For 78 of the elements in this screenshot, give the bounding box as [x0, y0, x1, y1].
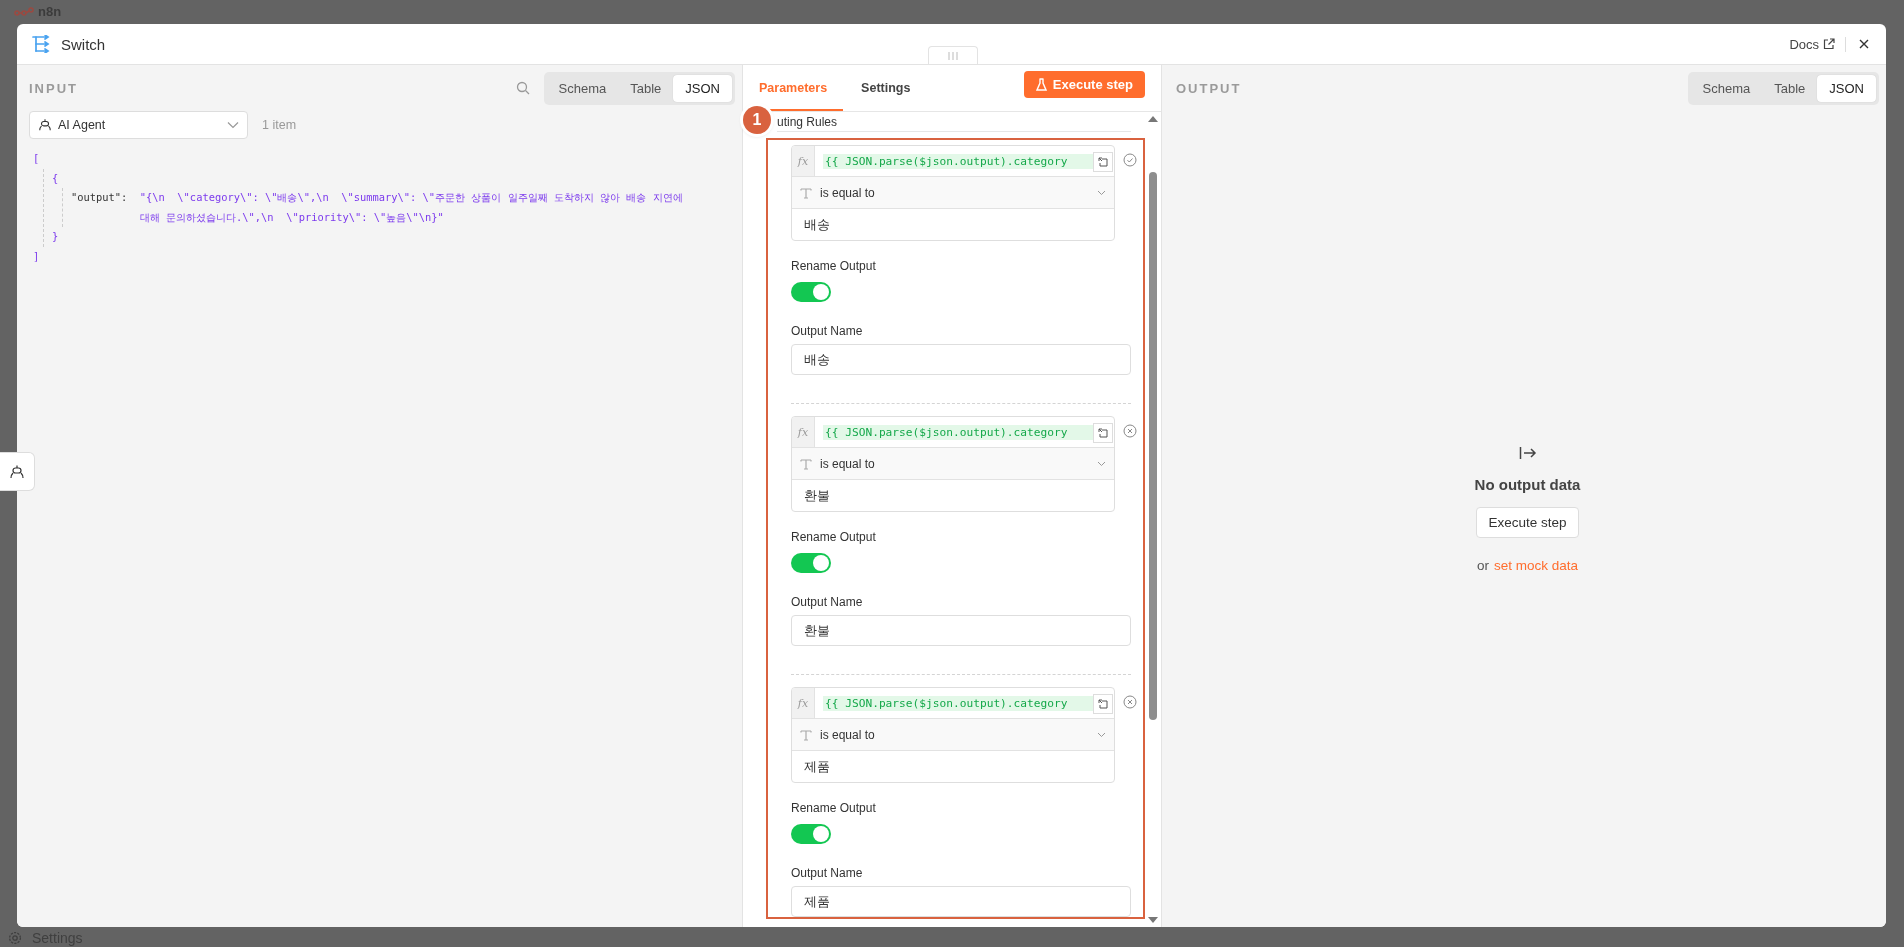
chevron-down-icon [1097, 189, 1106, 196]
robot-icon [38, 118, 52, 132]
view-tab[interactable]: Schema [546, 74, 619, 102]
panel-title: INPUT [29, 80, 79, 96]
step-badge: 1 [743, 106, 771, 134]
docs-link[interactable]: Docs [1789, 36, 1846, 52]
json-brace: { [52, 170, 60, 186]
execute-step-button[interactable]: Execute step [1476, 506, 1579, 538]
json-value: "{\n \"category\": \"배송\",\n \"summary\": \"주문한 상품이 일주일째 도착하지 않아 배송 지연에 [139, 190, 683, 206]
type-icon [800, 186, 812, 199]
scroll-down-icon[interactable] [1148, 917, 1158, 923]
expand-icon [1098, 157, 1108, 167]
drag-handle[interactable] [928, 46, 978, 64]
remove-icon[interactable] [1123, 424, 1137, 438]
gear-icon [8, 931, 22, 945]
view-tab[interactable]: Table [618, 74, 674, 102]
expand-button[interactable] [1093, 423, 1113, 443]
value-field[interactable]: 환불 [792, 480, 1114, 511]
operator-select[interactable]: is equal to [792, 177, 1114, 209]
item-count: 1 item [262, 118, 297, 132]
json-brace: } [52, 229, 60, 245]
logo-icon [14, 6, 34, 17]
arrow-to-right-icon [1518, 445, 1537, 460]
expand-icon [1098, 699, 1108, 709]
value-field[interactable]: 배송 [792, 209, 1114, 240]
flask-icon [1035, 78, 1047, 91]
switch-icon [31, 35, 51, 53]
json-bracket: ] [33, 248, 41, 264]
type-icon [800, 728, 812, 741]
toggle-switch[interactable] [791, 553, 831, 573]
output-name-field[interactable]: 제품 [791, 886, 1131, 917]
section-label: uting Rules [777, 114, 838, 129]
agent-button[interactable] [0, 452, 35, 491]
robot-icon [9, 463, 25, 480]
chevron-down-icon [227, 121, 239, 129]
expand-icon [1098, 428, 1108, 438]
operator-select[interactable]: is equal to [792, 719, 1114, 751]
field-label: Output Name [791, 324, 864, 338]
expression-mode-label: fx [792, 688, 815, 718]
view-tab[interactable]: JSON [1817, 74, 1876, 102]
scroll-up-icon[interactable] [1148, 116, 1158, 122]
expand-button[interactable] [1093, 152, 1113, 172]
scrollbar[interactable] [1149, 172, 1157, 720]
close-icon [1858, 38, 1870, 50]
toggle-switch[interactable] [791, 824, 831, 844]
node-select[interactable]: AI Agent [29, 111, 248, 139]
view-tab[interactable]: Schema [1690, 74, 1763, 102]
chevron-down-icon [1097, 731, 1106, 738]
field-label: Output Name [791, 595, 864, 609]
value-field[interactable]: 제품 [792, 751, 1114, 782]
search-icon[interactable] [515, 81, 530, 95]
external-link-icon [1823, 38, 1835, 50]
json-bracket: [ [33, 151, 41, 166]
output-name-field[interactable]: 배송 [791, 344, 1131, 375]
field-label: Rename Output [791, 259, 877, 273]
toggle-switch[interactable] [791, 282, 831, 302]
output-name-field[interactable]: 환불 [791, 615, 1131, 646]
panel-tab[interactable]: Settings [861, 81, 911, 111]
field-label: Rename Output [791, 801, 877, 815]
field-label: Rename Output [791, 530, 877, 544]
chevron-down-icon [1097, 460, 1106, 467]
panel-title: OUTPUT [1176, 80, 1243, 96]
check-circle-icon[interactable] [1123, 153, 1137, 167]
remove-icon[interactable] [1123, 695, 1137, 709]
view-tab[interactable]: Table [1762, 74, 1818, 102]
operator-select[interactable]: is equal to [792, 448, 1114, 480]
expression-mode-label: fx [792, 146, 815, 176]
empty-state-title: No output data [1474, 475, 1581, 493]
json-key: "output": [71, 188, 140, 228]
expression-mode-label: fx [792, 417, 815, 447]
json-value: 대해 문의하셨습니다.\",\n \"priority\": \"높음\"\n}" [139, 209, 445, 225]
grip-icon [948, 51, 958, 60]
view-tab[interactable]: JSON [673, 74, 732, 102]
mock-data-hint: or [1476, 557, 1489, 573]
dialog-title: Switch [61, 35, 107, 53]
expand-button[interactable] [1093, 694, 1113, 714]
type-icon [800, 457, 812, 470]
field-label: Output Name [791, 866, 864, 880]
